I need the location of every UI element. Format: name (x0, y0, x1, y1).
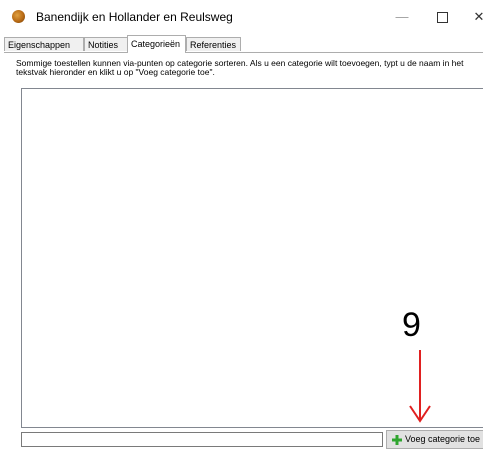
add-category-button[interactable]: Voeg categorie toe (386, 430, 483, 449)
close-icon: ✕ (473, 9, 483, 24)
tab-eigenschappen[interactable]: Eigenschappen (4, 37, 84, 51)
green-plus-icon (392, 435, 402, 445)
tab-strip: Eigenschappen Notities Categorieën Refer… (4, 35, 483, 53)
tab-referenties[interactable]: Referenties (186, 37, 241, 51)
minimize-button[interactable]: — (385, 6, 419, 28)
category-description: Sommige toestellen kunnen via-punten op … (16, 58, 464, 77)
close-button[interactable]: ✕ (462, 6, 483, 28)
window-title: Banendijk en Hollander en Reulsweg (36, 10, 233, 24)
maximize-icon (436, 12, 448, 24)
tab-notities[interactable]: Notities (84, 37, 128, 51)
annotation-arrow (409, 350, 431, 423)
minimize-icon: — (395, 9, 409, 24)
tab-categorieen[interactable]: Categorieën (127, 35, 186, 53)
app-globe-icon (12, 10, 25, 23)
add-category-label: Voeg categorie toe (405, 434, 481, 444)
annotation-number: 9 (402, 306, 421, 344)
title-bar: Banendijk en Hollander en Reulsweg — ✕ (0, 0, 483, 34)
maximize-button[interactable] (425, 6, 459, 28)
category-name-input[interactable] (21, 432, 383, 447)
